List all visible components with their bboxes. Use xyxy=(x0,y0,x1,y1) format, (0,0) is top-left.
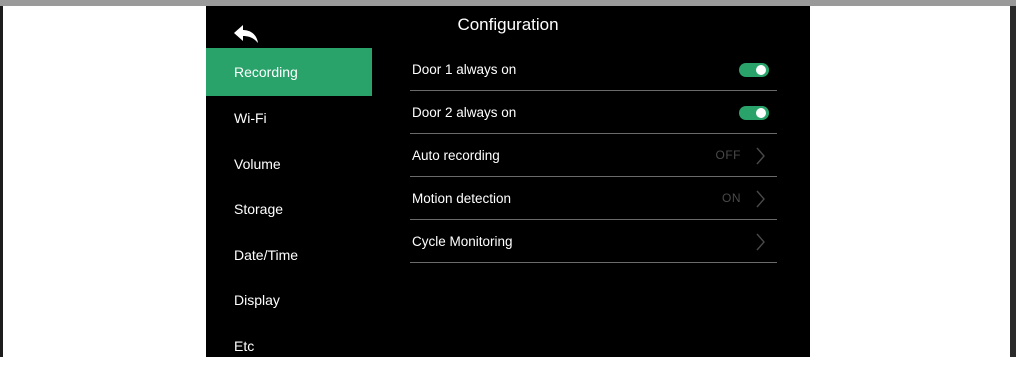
device-screen: Configuration Recording Wi-Fi Volume Sto… xyxy=(206,6,810,357)
auto-recording-status: OFF xyxy=(715,148,741,162)
row-label: Auto recording xyxy=(412,147,500,163)
auto-recording-row[interactable]: Auto recording OFF xyxy=(410,134,777,177)
chevron-right-icon xyxy=(756,147,765,165)
row-label: Door 1 always on xyxy=(412,61,517,77)
page-title: Configuration xyxy=(457,15,559,34)
row-label: Door 2 always on xyxy=(412,104,517,120)
cycle-monitoring-row[interactable]: Cycle Monitoring xyxy=(410,220,777,263)
chevron-right-icon xyxy=(756,233,765,251)
chevron-right-icon xyxy=(756,190,765,208)
sidebar-item-date-time[interactable]: Date/Time xyxy=(206,233,372,277)
window-left-border xyxy=(0,6,3,357)
motion-detection-row[interactable]: Motion detection ON xyxy=(410,177,777,220)
sidebar: Recording Wi-Fi Volume Storage Date/Time… xyxy=(206,48,372,369)
settings-list: Door 1 always on Door 2 always on Auto r… xyxy=(410,48,777,263)
door-2-toggle[interactable] xyxy=(739,106,769,120)
sidebar-item-wifi[interactable]: Wi-Fi xyxy=(206,96,372,140)
toggle-knob xyxy=(756,108,766,118)
door-1-toggle[interactable] xyxy=(739,63,769,77)
sidebar-item-storage[interactable]: Storage xyxy=(206,187,372,231)
row-label: Cycle Monitoring xyxy=(412,233,513,249)
toggle-knob xyxy=(756,65,766,75)
motion-detection-status: ON xyxy=(722,191,741,205)
window-right-border xyxy=(1010,6,1016,357)
sidebar-item-volume[interactable]: Volume xyxy=(206,142,372,186)
sidebar-item-recording[interactable]: Recording xyxy=(206,48,372,96)
row-label: Motion detection xyxy=(412,190,512,206)
sidebar-item-display[interactable]: Display xyxy=(206,278,372,322)
sidebar-item-etc[interactable]: Etc xyxy=(206,324,372,368)
door-1-always-on-row[interactable]: Door 1 always on xyxy=(410,48,777,91)
door-2-always-on-row[interactable]: Door 2 always on xyxy=(410,91,777,134)
